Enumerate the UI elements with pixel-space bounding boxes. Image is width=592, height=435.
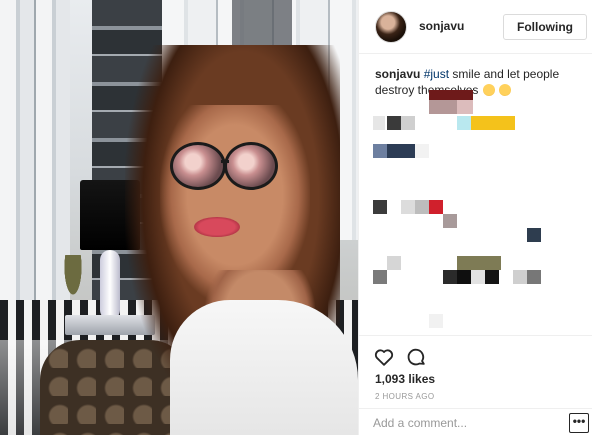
post-photo[interactable] bbox=[0, 0, 358, 435]
caption-username[interactable]: sonjavu bbox=[375, 67, 420, 81]
post-side-panel: sonjavu Following sonjavu #just smile an… bbox=[358, 0, 592, 435]
pixel-block bbox=[457, 270, 471, 284]
sunglasses-right-lens bbox=[224, 142, 278, 190]
pixel-block bbox=[443, 270, 457, 284]
pixel-block bbox=[429, 100, 457, 114]
post-timestamp[interactable]: 2 HOURS AGO bbox=[375, 392, 435, 401]
pixel-block bbox=[387, 116, 401, 130]
lips bbox=[194, 217, 240, 237]
caption-hashtag[interactable]: #just bbox=[424, 67, 449, 81]
more-options-button[interactable]: ••• bbox=[569, 413, 589, 433]
pixel-block bbox=[373, 270, 387, 284]
post-header: sonjavu Following bbox=[359, 0, 592, 54]
pixel-block bbox=[429, 200, 443, 214]
pixel-block bbox=[527, 270, 541, 284]
avatar[interactable] bbox=[375, 11, 407, 43]
following-button[interactable]: Following bbox=[503, 14, 587, 40]
lamp-stem bbox=[100, 250, 120, 320]
pixel-block bbox=[373, 116, 385, 130]
pixel-block bbox=[373, 144, 387, 158]
pixel-block bbox=[443, 214, 457, 228]
post-actions: 1,093 likes 2 HOURS AGO ••• bbox=[359, 335, 592, 435]
sunglasses-bridge bbox=[221, 160, 229, 163]
pixel-block bbox=[485, 270, 499, 284]
pixel-block bbox=[429, 314, 443, 328]
sunglasses-left-lens bbox=[170, 142, 226, 190]
add-comment-bar: ••• bbox=[359, 408, 592, 435]
pixel-block bbox=[429, 90, 473, 100]
plant bbox=[58, 255, 88, 315]
white-top bbox=[170, 300, 358, 435]
likes-count[interactable]: 1,093 likes bbox=[375, 372, 435, 386]
pixel-block bbox=[373, 200, 387, 214]
comment-icon[interactable] bbox=[405, 346, 427, 368]
pixel-block bbox=[457, 256, 501, 270]
comment-input[interactable] bbox=[373, 413, 563, 433]
pixel-block bbox=[387, 256, 401, 270]
pixel-block bbox=[401, 200, 415, 214]
pixelated-comments-area bbox=[359, 90, 592, 335]
pixel-block bbox=[457, 116, 471, 130]
pixel-block bbox=[527, 228, 541, 242]
pixel-block bbox=[415, 200, 429, 214]
pixel-block bbox=[471, 116, 515, 130]
pixel-block bbox=[415, 144, 429, 158]
heart-icon[interactable] bbox=[373, 346, 395, 368]
pixel-block bbox=[457, 100, 473, 114]
pixel-block bbox=[471, 270, 485, 284]
header-username[interactable]: sonjavu bbox=[419, 19, 464, 33]
pixel-block bbox=[513, 270, 527, 284]
pixel-block bbox=[401, 116, 415, 130]
